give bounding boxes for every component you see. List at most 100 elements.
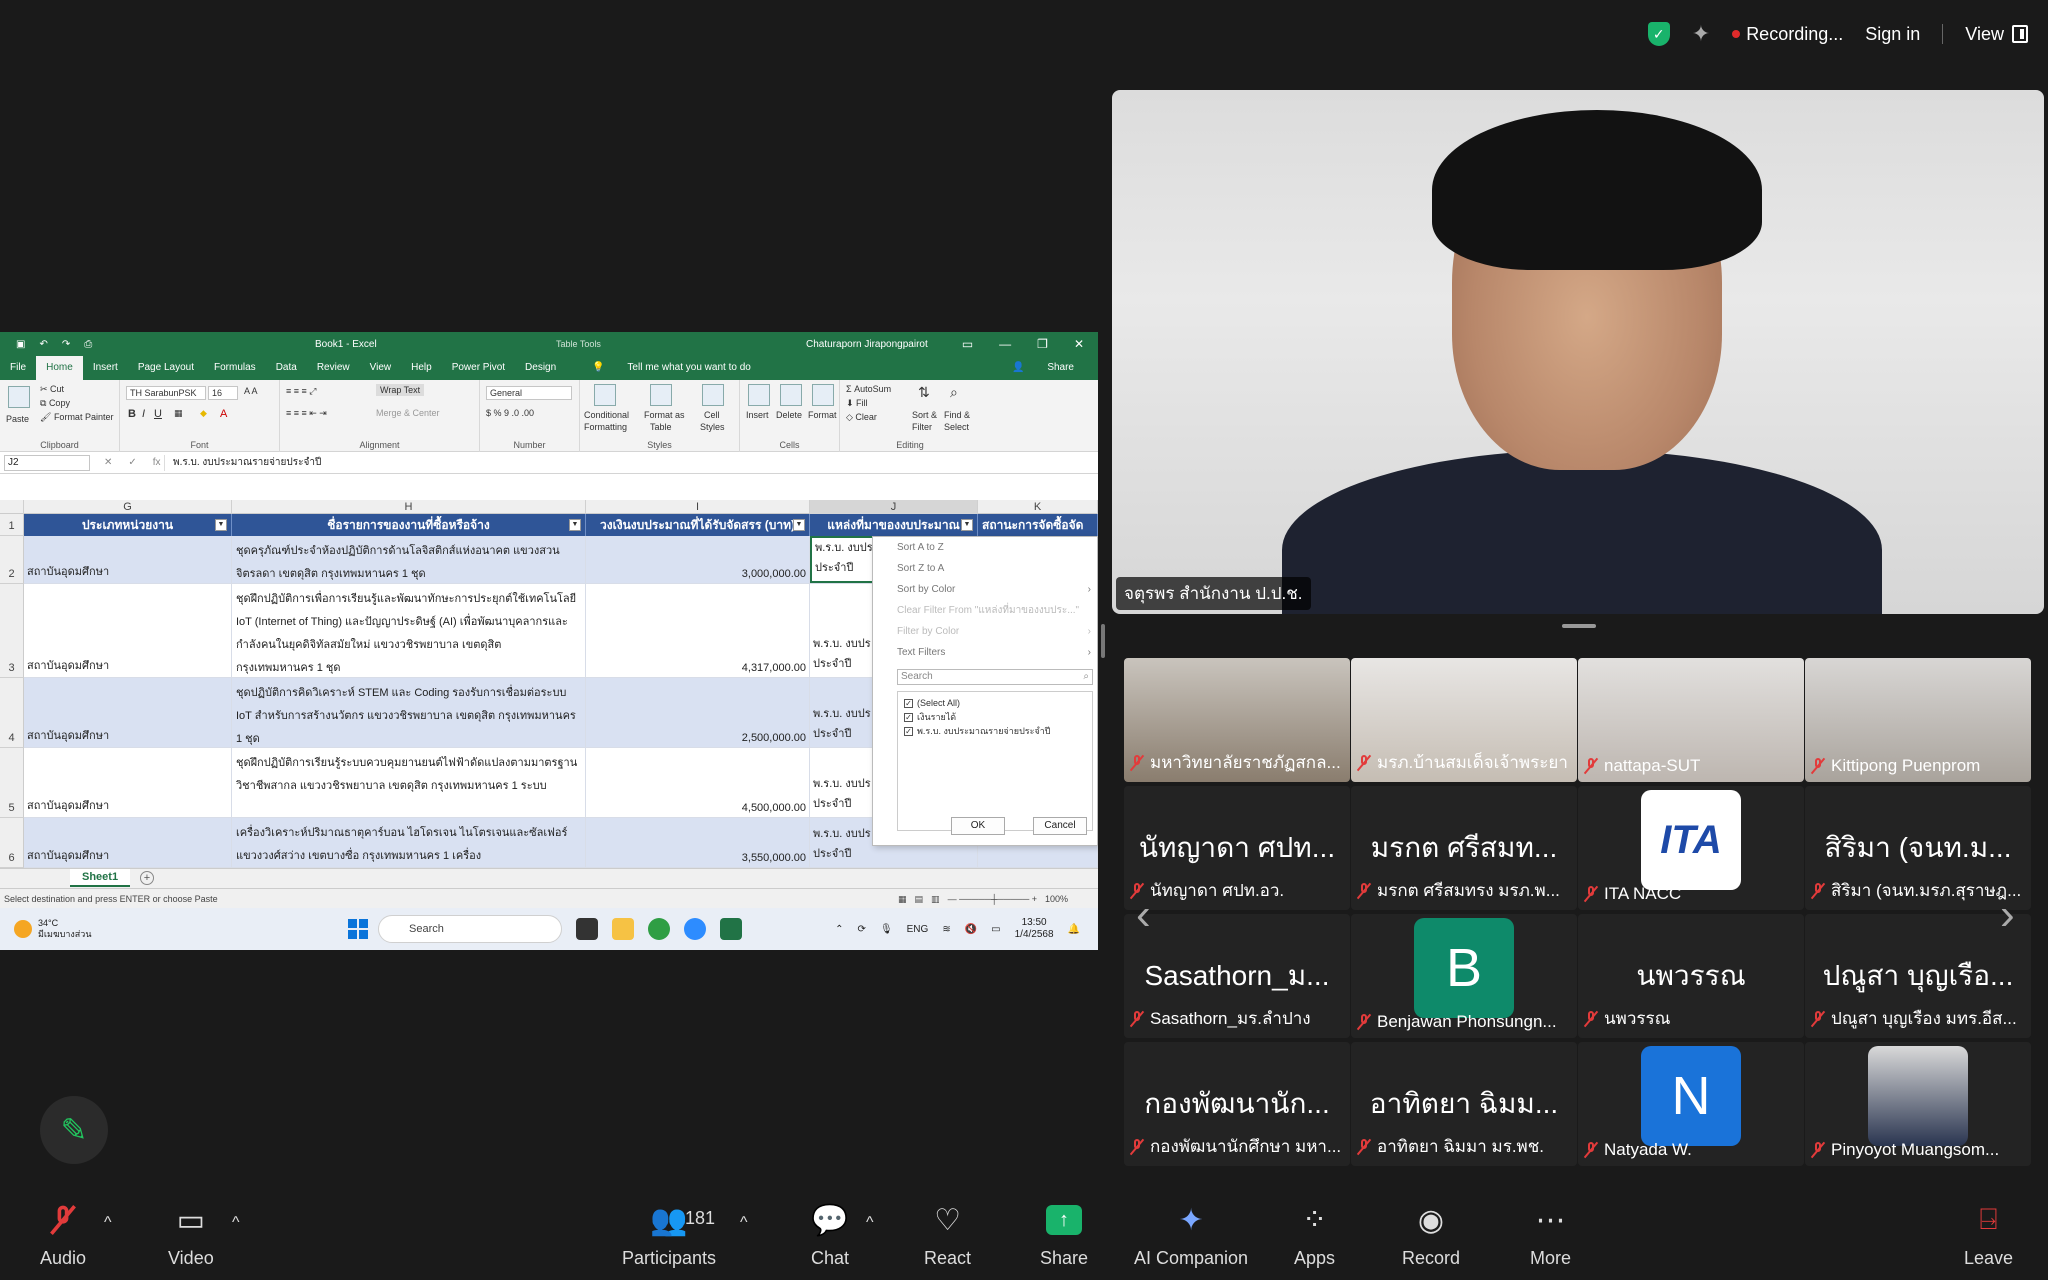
italic-button[interactable]: I (142, 408, 145, 420)
tab-file[interactable]: File (0, 356, 36, 380)
delete-cells-button[interactable]: Delete (776, 410, 802, 420)
cell-g[interactable]: สถาบันอุดมศึกษา (24, 748, 232, 817)
column-header-k[interactable]: K (978, 500, 1098, 514)
close-icon[interactable]: ✕ (1074, 337, 1084, 351)
taskbar-clock[interactable]: 13:50 1/4/2568 (1015, 917, 1054, 941)
battery-icon[interactable]: ▭ (991, 924, 1000, 935)
sort-by-color-item[interactable]: Sort by Color › (873, 579, 1097, 600)
print-preview-icon[interactable]: ⎙ (84, 339, 92, 350)
tab-page-layout[interactable]: Page Layout (128, 356, 204, 380)
find-icon[interactable]: ⌕ (950, 384, 958, 401)
mic-tray-icon[interactable]: 🎙 (880, 924, 893, 935)
chrome-icon[interactable] (648, 918, 670, 940)
cell-i[interactable]: 3,550,000.00 (586, 818, 810, 867)
column-header-g[interactable]: G (24, 500, 232, 514)
merge-center-button[interactable]: Merge & Center (376, 408, 440, 418)
participant-tile[interactable]: B Benjawan Phonsungn... (1351, 914, 1577, 1038)
format-as-table-icon[interactable] (650, 384, 672, 406)
participant-tile[interactable]: มรภ.บ้านสมเด็จเจ้าพระยา (1351, 658, 1577, 782)
checkbox-checked-icon[interactable]: ✓ (904, 712, 913, 722)
cell-i[interactable]: 2,500,000.00 (586, 678, 810, 747)
insert-cells-icon[interactable] (748, 384, 770, 406)
cut-button[interactable]: ✂ Cut (40, 384, 64, 395)
tab-view[interactable]: View (360, 356, 402, 380)
conditional-formatting-icon[interactable] (594, 384, 616, 406)
autosum-button[interactable]: Σ AutoSum (846, 384, 891, 394)
video-button[interactable]: ▭ Video (168, 1202, 214, 1269)
active-speaker-video[interactable]: จตุรพร สำนักงาน ป.ป.ช. (1112, 90, 2044, 614)
cell-g[interactable]: สถาบันอุดมศึกษา (24, 678, 232, 747)
font-color-icon[interactable]: A (220, 408, 227, 420)
sort-z-a-item[interactable]: Sort Z to A (873, 558, 1097, 579)
share-screen-button[interactable]: ↑ Share (1040, 1202, 1088, 1269)
sheet-tab[interactable]: Sheet1 (70, 869, 131, 887)
autofilter-dropdown[interactable]: Sort A to Z Sort Z to A Sort by Color › C… (872, 536, 1098, 846)
participant-tile[interactable]: นพวรรณ นพวรรณ (1578, 914, 1804, 1038)
excel-app-icon[interactable] (720, 918, 742, 940)
fill-color-icon[interactable]: ◆ (200, 408, 207, 419)
video-resize-handle[interactable] (1562, 624, 1596, 628)
participant-tile[interactable]: nattapa-SUT (1578, 658, 1804, 782)
react-button[interactable]: ♡ React (924, 1202, 971, 1269)
weather-widget[interactable]: 34°C มีเมฆบางส่วน (14, 918, 91, 940)
wrap-text-button[interactable]: Wrap Text (376, 384, 425, 396)
column-header-i[interactable]: I (586, 500, 810, 514)
chat-button[interactable]: 💬 Chat (810, 1202, 850, 1269)
page-break-icon[interactable]: ▥ (931, 889, 940, 909)
ai-companion-button[interactable]: ✦ AI Companion (1134, 1202, 1248, 1269)
split-resize-handle[interactable] (1101, 624, 1105, 658)
filter-option[interactable]: ✓ เงินรายได้ (904, 710, 1086, 724)
tab-help[interactable]: Help (401, 356, 442, 380)
filter-search-input[interactable]: Search (897, 669, 1093, 685)
participant-tile[interactable]: N Natyada W. (1578, 1042, 1804, 1166)
cancel-entry-icon[interactable]: ✕ (104, 457, 112, 468)
find-select-button[interactable]: Find & (944, 410, 970, 420)
align-top-icons[interactable]: ≡ ≡ ≡ ⤢ (286, 386, 316, 397)
participant-tile[interactable]: สิริมา (จนท.ม... สิริมา (จนท.มรภ.สุราษฎ..… (1805, 786, 2031, 910)
tab-power-pivot[interactable]: Power Pivot (442, 356, 515, 380)
cell-h[interactable]: ชุดฝึกปฏิบัติการเพื่อการเรียนรู้และพัฒนา… (232, 584, 586, 677)
taskbar-search[interactable]: Search (378, 915, 562, 943)
checkbox-checked-icon[interactable]: ✓ (904, 726, 913, 736)
cell-g[interactable]: สถาบันอุดมศึกษา (24, 536, 232, 583)
row-header-1[interactable]: 1 (0, 514, 24, 536)
windows-start-icon[interactable] (348, 919, 368, 939)
insert-cells-button[interactable]: Insert (746, 410, 769, 420)
tab-review[interactable]: Review (307, 356, 360, 380)
underline-button[interactable]: U (154, 408, 162, 420)
font-size-select[interactable]: 16 (208, 386, 238, 400)
participant-tile[interactable]: Pinyoyot Muangsom... (1805, 1042, 2031, 1166)
filter-option[interactable]: ✓ (Select All) (904, 696, 1086, 710)
cell-g[interactable]: สถาบันอุดมศึกษา (24, 584, 232, 677)
checkbox-checked-icon[interactable]: ✓ (904, 698, 913, 708)
copy-button[interactable]: ⧉ Copy (40, 398, 70, 409)
cell-i[interactable]: 3,000,000.00 (586, 536, 810, 583)
language-indicator[interactable]: ENG (907, 924, 929, 935)
cell-label[interactable]: Cell (704, 410, 720, 420)
filter-option[interactable]: ✓ พ.ร.บ. งบประมาณรายจ่ายประจำปี (904, 724, 1086, 738)
formula-input[interactable]: พ.ร.บ. งบประมาณรายจ่ายประจำปี (164, 454, 1098, 471)
format-as-label[interactable]: Format as (644, 410, 685, 420)
page-layout-icon[interactable]: ▤ (915, 889, 924, 909)
row-header[interactable]: 4 (0, 678, 24, 748)
notification-icon[interactable]: 🔔 (1068, 924, 1080, 935)
participant-tile[interactable]: ปณูสา บุญเรือ... ปณูสา บุญเรือง มทร.อีส..… (1805, 914, 2031, 1038)
view-button[interactable]: View (1965, 24, 2028, 45)
cancel-button[interactable]: Cancel (1033, 817, 1087, 835)
tab-home[interactable]: Home (36, 356, 83, 380)
column-header-h[interactable]: H (232, 500, 586, 514)
name-box[interactable]: J2 (4, 454, 90, 471)
file-explorer-icon[interactable] (612, 918, 634, 940)
cell-g[interactable]: สถาบันอุดมศึกษา (24, 818, 232, 867)
font-name-select[interactable]: TH SarabunPSK (126, 386, 206, 400)
paste-icon[interactable] (8, 386, 30, 408)
cell-h[interactable]: เครื่องวิเคราะห์ปริมาณธาตุคาร์บอน ไฮโดรเ… (232, 818, 586, 867)
add-sheet-icon[interactable]: + (140, 871, 154, 885)
excel-user-name[interactable]: Chaturaporn Jirapongpairot (806, 339, 928, 350)
speaker-muted-icon[interactable]: 🔇 (965, 924, 977, 935)
filter-dropdown-icon[interactable]: ▼ (215, 519, 227, 531)
row-header[interactable]: 5 (0, 748, 24, 818)
row-header[interactable]: 3 (0, 584, 24, 678)
format-cells-button[interactable]: Format (808, 410, 837, 420)
cell-styles-icon[interactable] (702, 384, 724, 406)
